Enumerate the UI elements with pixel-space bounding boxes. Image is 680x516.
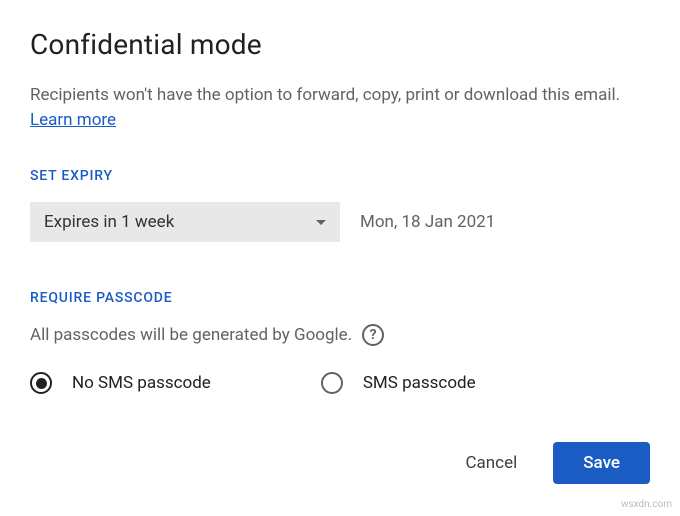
cancel-button[interactable]: Cancel [457,443,525,483]
radio-sms-passcode[interactable]: SMS passcode [321,372,476,394]
radio-no-sms-passcode[interactable]: No SMS passcode [30,372,211,394]
learn-more-link[interactable]: Learn more [30,110,116,130]
require-passcode-label: REQUIRE PASSCODE [30,290,650,306]
save-button[interactable]: Save [553,442,650,484]
expiry-select[interactable]: Expires in 1 week [30,202,340,242]
passcode-description: All passcodes will be generated by Googl… [30,325,352,345]
dialog-button-row: Cancel Save [30,442,650,484]
radio-selected-icon [30,372,52,394]
chevron-down-icon [316,220,326,225]
expiry-row: Expires in 1 week Mon, 18 Jan 2021 [30,202,650,242]
set-expiry-label: SET EXPIRY [30,168,650,184]
radio-no-sms-label: No SMS passcode [72,373,211,393]
description-text: Recipients won't have the option to forw… [30,85,620,105]
expiry-date: Mon, 18 Jan 2021 [360,212,495,232]
help-icon[interactable]: ? [362,324,384,346]
passcode-radio-group: No SMS passcode SMS passcode [30,372,650,394]
radio-unselected-icon [321,372,343,394]
watermark: wsxdn.com [621,499,672,510]
dialog-title: Confidential mode [30,28,650,61]
radio-inner-dot [36,378,47,389]
expiry-select-value: Expires in 1 week [44,212,174,232]
dialog-description: Recipients won't have the option to forw… [30,83,650,132]
radio-sms-label: SMS passcode [363,373,476,393]
passcode-description-row: All passcodes will be generated by Googl… [30,324,650,346]
